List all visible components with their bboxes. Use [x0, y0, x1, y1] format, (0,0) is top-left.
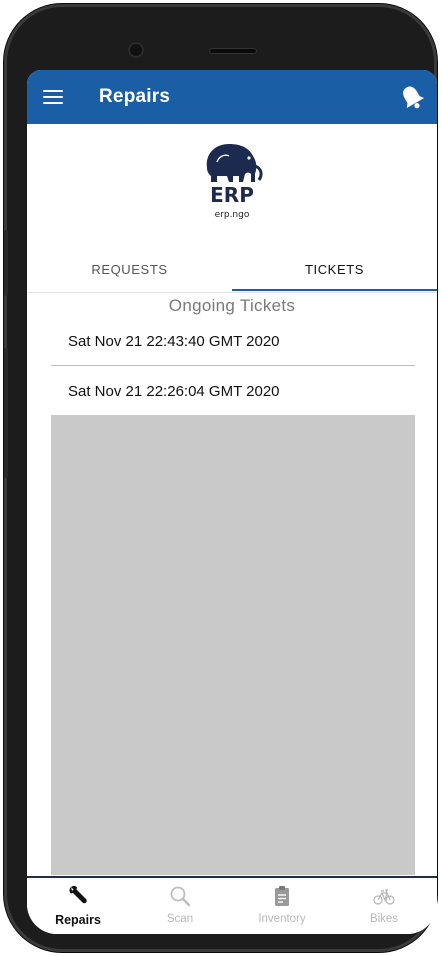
bottom-navigation: Repairs Scan Inventory Bikes: [27, 876, 437, 934]
clipboard-icon: [275, 886, 289, 906]
magnifier-icon: [170, 886, 191, 907]
hamburger-menu-icon[interactable]: [43, 90, 63, 104]
content-placeholder: [51, 415, 415, 875]
nav-item-repairs[interactable]: Repairs: [27, 882, 129, 932]
bicycle-icon: [373, 889, 395, 905]
front-camera: [128, 42, 144, 58]
tab-tickets[interactable]: TICKETS: [232, 246, 437, 292]
wrench-icon: [69, 885, 87, 904]
bell-icon[interactable]: [397, 82, 427, 112]
app-bar: Repairs: [27, 70, 437, 124]
volume-button: [4, 230, 8, 296]
nav-label-repairs: Repairs: [55, 913, 101, 927]
selected-tab-indicator: [232, 289, 437, 291]
app-bar-title: Repairs: [99, 86, 171, 107]
phone-frame: Repairs ERP erp.ngo REQUESTS TICKETS Ong…: [4, 4, 437, 952]
svg-text:ERP: ERP: [210, 183, 254, 207]
app-screen: Repairs ERP erp.ngo REQUESTS TICKETS Ong…: [27, 70, 437, 934]
nav-label-scan: Scan: [166, 913, 194, 925]
nav-item-bikes[interactable]: Bikes: [333, 882, 435, 932]
logo-caption: erp.ngo: [214, 210, 250, 220]
nav-item-inventory[interactable]: Inventory: [231, 882, 333, 932]
erp-logo: ERP erp.ngo: [27, 136, 437, 220]
power-button: [4, 348, 8, 478]
nav-label-inventory: Inventory: [258, 913, 306, 925]
earpiece-speaker: [209, 48, 257, 54]
tab-bar: REQUESTS TICKETS: [27, 246, 437, 293]
tab-requests[interactable]: REQUESTS: [27, 246, 232, 292]
nav-label-bikes: Bikes: [369, 913, 399, 925]
section-title: Ongoing Tickets: [168, 296, 296, 315]
elephant-logo-icon: ERP: [206, 144, 263, 207]
ticket-row[interactable]: Sat Nov 21 22:43:40 GMT 2020: [51, 318, 415, 366]
ticket-row[interactable]: Sat Nov 21 22:26:04 GMT 2020: [51, 367, 415, 415]
nav-item-scan[interactable]: Scan: [129, 882, 231, 932]
